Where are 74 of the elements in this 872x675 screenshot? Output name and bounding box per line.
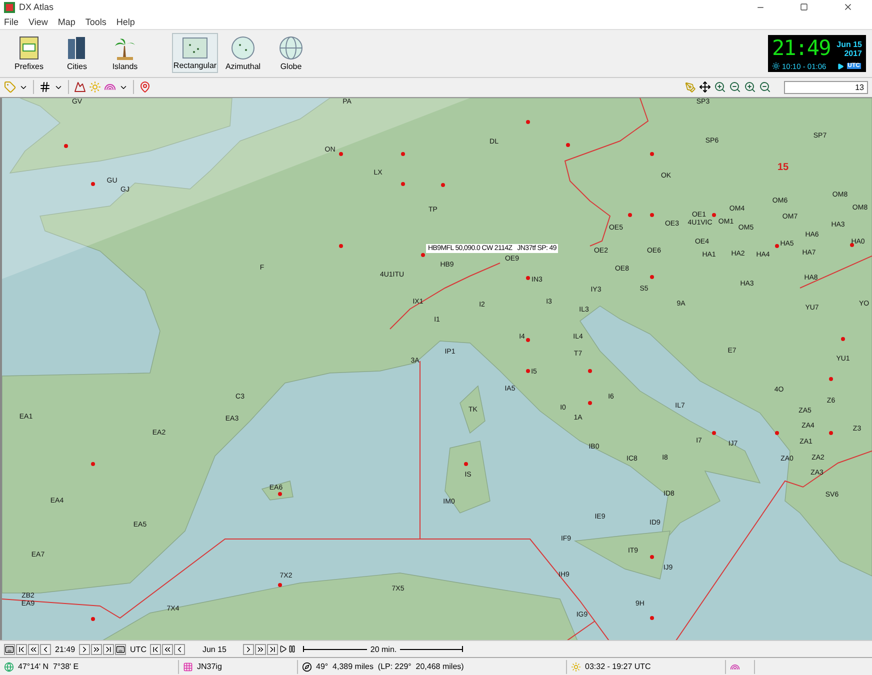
play-icon[interactable]	[279, 645, 288, 654]
close-icon[interactable]	[843, 2, 853, 12]
last-icon	[268, 644, 278, 654]
clock-year: 2017	[844, 48, 862, 58]
forward-button[interactable]	[79, 644, 90, 655]
zoom-in-icon[interactable]	[744, 81, 756, 94]
globe-icon	[279, 36, 303, 60]
rewind-button[interactable]	[28, 644, 39, 655]
compass-icon	[302, 662, 312, 672]
clock-time: 21:49	[772, 34, 832, 61]
time-value: 21:49	[54, 644, 76, 654]
toolbar-button[interactable]: Globe	[268, 33, 314, 74]
sun-text: 03:32 - 19:27 UTC	[585, 662, 651, 671]
forward-button[interactable]	[243, 644, 254, 655]
grid-icon[interactable]	[39, 81, 51, 94]
first-button[interactable]	[16, 644, 27, 655]
last-button[interactable]	[103, 644, 114, 655]
zone-label: UTC	[129, 644, 148, 654]
rewind-button[interactable]	[162, 644, 174, 655]
date-value: Jun 15	[201, 644, 228, 654]
menu-item[interactable]: Tools	[85, 16, 106, 27]
toolbar-button[interactable]: Cities	[54, 33, 100, 74]
toolbar-button[interactable]: Rectangular	[172, 33, 218, 74]
keyboard-button[interactable]	[4, 644, 15, 655]
book-icon	[18, 36, 40, 60]
clock-date: Jun 15	[836, 40, 862, 49]
menu-item[interactable]: File	[4, 16, 19, 27]
menu-item[interactable]: Map	[58, 16, 76, 27]
back-button[interactable]	[174, 644, 186, 655]
azimuthal-map-icon	[231, 36, 255, 60]
zoom-out-icon[interactable]	[729, 81, 741, 94]
fast-forward-button[interactable]	[255, 644, 266, 655]
toolbar-button[interactable]: Azimuthal	[220, 33, 266, 74]
fast-forward-icon	[92, 644, 102, 654]
buildings-icon	[66, 36, 88, 60]
keyboard-button[interactable]	[115, 644, 126, 655]
locator-text: JN37ig	[197, 662, 222, 671]
keyboard-icon	[116, 644, 126, 654]
position-text: 47°14' N 7°38' E	[18, 662, 79, 671]
rewind-icon	[29, 644, 38, 654]
zoom-in-icon[interactable]	[714, 81, 726, 94]
fast-forward-icon	[256, 644, 266, 654]
flat-map-icon	[182, 36, 208, 59]
keyboard-icon	[5, 644, 14, 654]
zoom-out-icon[interactable]	[759, 81, 771, 94]
last-button[interactable]	[267, 644, 278, 655]
bearing-text: 49° 4,389 miles (LP: 229° 20,468 miles)	[316, 662, 464, 671]
pause-icon[interactable]	[288, 645, 296, 654]
first-button[interactable]	[150, 644, 162, 655]
rainbow-icon	[730, 662, 740, 672]
back-button[interactable]	[40, 644, 51, 655]
pin-icon[interactable]	[139, 81, 151, 94]
first-icon	[151, 644, 160, 654]
mountain-icon[interactable]	[74, 81, 86, 94]
zone-number: 15	[777, 162, 789, 173]
grid-icon	[183, 662, 193, 672]
maximize-icon[interactable]	[800, 3, 808, 12]
app-icon	[4, 2, 15, 13]
sun-icon	[772, 62, 780, 70]
fast-forward-button[interactable]	[91, 644, 102, 655]
menu-item[interactable]: View	[28, 16, 48, 27]
back-icon	[41, 644, 50, 654]
window-title: DX Atlas	[19, 2, 55, 12]
globe-icon	[4, 662, 14, 672]
sun-icon	[571, 662, 581, 672]
toolbar-button[interactable]: Prefixes	[6, 33, 52, 74]
last-icon	[104, 644, 114, 654]
zoom-field[interactable]: 13	[784, 80, 868, 94]
play-icon	[836, 62, 844, 70]
move-icon[interactable]	[699, 81, 711, 94]
rewind-icon	[163, 644, 172, 654]
toolbar-button[interactable]: Islands	[102, 33, 148, 74]
menu-item[interactable]: Help	[116, 16, 135, 27]
first-icon	[17, 644, 26, 654]
